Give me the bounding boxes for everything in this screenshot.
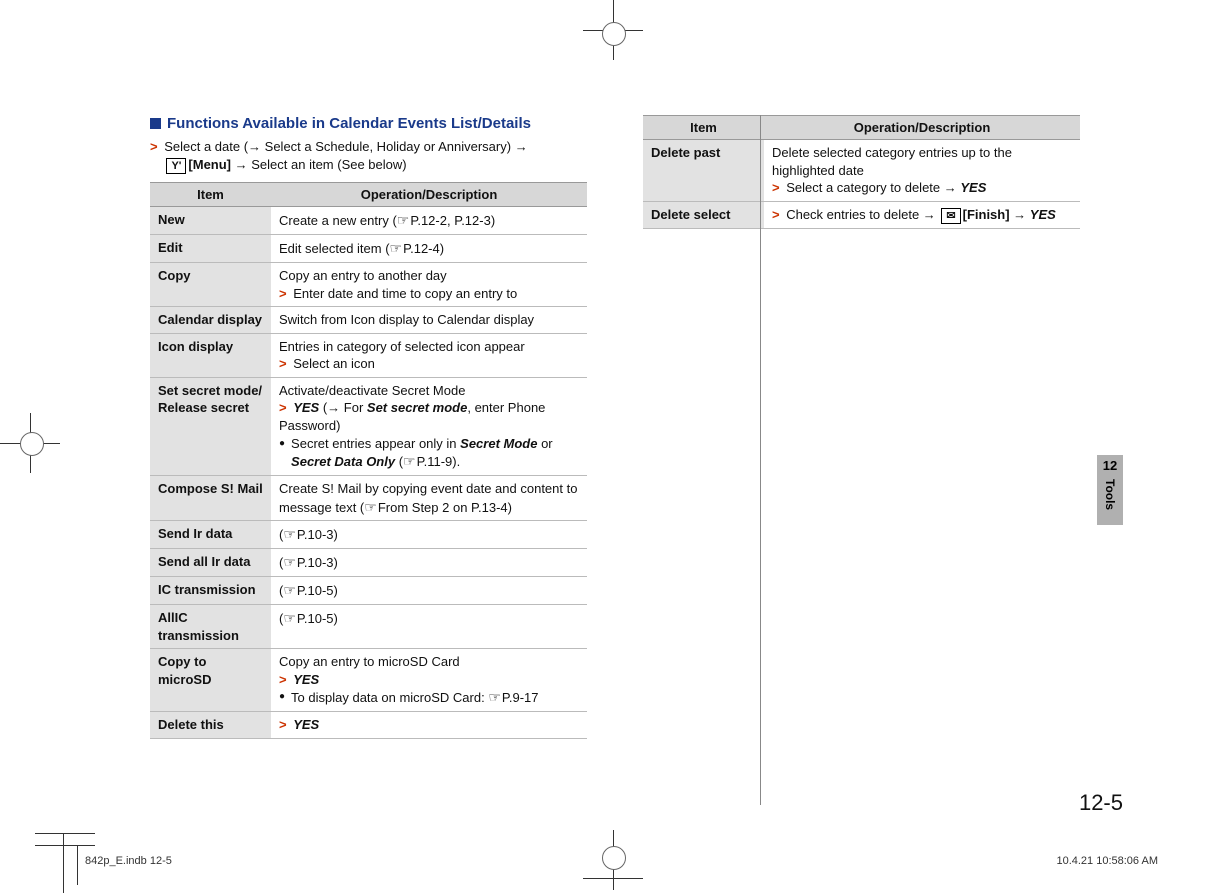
table-row: EditEdit selected item (P.12-4) <box>150 235 587 263</box>
table-row: CopyCopy an entry to another day> Enter … <box>150 263 587 307</box>
row-item: Calendar display <box>150 307 271 334</box>
row-description: Edit selected item (P.12-4) <box>271 235 587 263</box>
col-header-item: Item <box>643 116 764 140</box>
table-row: Set secret mode/ Release secretActivate/… <box>150 377 587 475</box>
page-number: 12-5 <box>1079 790 1123 816</box>
col-header-item: Item <box>150 183 271 207</box>
column-divider <box>760 115 761 805</box>
left-column: Functions Available in Calendar Events L… <box>150 115 587 739</box>
row-item: Copy <box>150 263 271 307</box>
table-row: Copy to microSDCopy an entry to microSD … <box>150 649 587 712</box>
table-row: Send all Ir data(P.10-3) <box>150 549 587 577</box>
intro-text: > Select a date (→ Select a Schedule, Ho… <box>150 138 587 174</box>
row-description: Entries in category of selected icon app… <box>271 333 587 377</box>
functions-table-left: Item Operation/Description NewCreate a n… <box>150 182 587 738</box>
heading-text: Functions Available in Calendar Events L… <box>167 115 531 132</box>
footer-timestamp: 10.4.21 10:58:06 AM <box>1056 855 1158 867</box>
chapter-tab: 12 Tools <box>1097 455 1123 525</box>
intro-part2: Select a Schedule, Holiday or Anniversar… <box>261 139 515 154</box>
table-row: NewCreate a new entry (P.12-2, P.12-3) <box>150 207 587 235</box>
row-item: Send Ir data <box>150 521 271 549</box>
row-item: New <box>150 207 271 235</box>
footer-filename: 842p_E.indb 12-5 <box>85 855 172 867</box>
chapter-label: Tools <box>1103 479 1117 510</box>
arrow-icon: → <box>235 157 248 172</box>
row-item: Edit <box>150 235 271 263</box>
square-bullet-icon <box>150 118 161 129</box>
arrow-icon: → <box>248 139 261 154</box>
table-row: Compose S! MailCreate S! Mail by copying… <box>150 475 587 520</box>
row-item: Icon display <box>150 333 271 377</box>
right-column: Item Operation/Description Delete pastDe… <box>643 115 1080 739</box>
col-header-desc: Operation/Description <box>271 183 587 207</box>
chevron-icon: > <box>150 139 161 154</box>
row-description: > Check entries to delete → ✉[Finish] → … <box>764 201 1080 228</box>
col-header-desc: Operation/Description <box>764 116 1080 140</box>
row-description: Activate/deactivate Secret Mode> YES (→ … <box>271 377 587 475</box>
intro-part1: Select a date ( <box>164 139 248 154</box>
row-item: IC transmission <box>150 577 271 605</box>
table-row: IC transmission(P.10-5) <box>150 577 587 605</box>
table-row: Calendar displaySwitch from Icon display… <box>150 307 587 334</box>
row-description: > YES <box>271 712 587 739</box>
row-description: Copy an entry to another day> Enter date… <box>271 263 587 307</box>
menu-key-label: [Menu] <box>188 157 231 172</box>
row-item: Copy to microSD <box>150 649 271 712</box>
row-item: Compose S! Mail <box>150 475 271 520</box>
row-description: Delete selected category entries up to t… <box>764 140 1080 202</box>
row-description: (P.10-3) <box>271 521 587 549</box>
row-item: Send all Ir data <box>150 549 271 577</box>
row-description: (P.10-5) <box>271 577 587 605</box>
arrow-icon: → <box>515 139 528 154</box>
row-description: (P.10-5) <box>271 605 587 649</box>
row-item: Delete this <box>150 712 271 739</box>
intro-part3: Select an item (See below) <box>248 157 407 172</box>
row-description: Create S! Mail by copying event date and… <box>271 475 587 520</box>
table-row: Delete select> Check entries to delete →… <box>643 201 1080 228</box>
row-description: Copy an entry to microSD Card> YES●To di… <box>271 649 587 712</box>
table-row: Send Ir data(P.10-3) <box>150 521 587 549</box>
row-item: AllIC transmission <box>150 605 271 649</box>
row-description: Create a new entry (P.12-2, P.12-3) <box>271 207 587 235</box>
functions-table-right: Item Operation/Description Delete pastDe… <box>643 115 1080 229</box>
table-row: Delete pastDelete selected category entr… <box>643 140 1080 202</box>
row-description: Switch from Icon display to Calendar dis… <box>271 307 587 334</box>
table-row: Delete this> YES <box>150 712 587 739</box>
row-item: Delete select <box>643 201 764 228</box>
row-item: Delete past <box>643 140 764 202</box>
chapter-number: 12 <box>1097 455 1123 473</box>
section-heading: Functions Available in Calendar Events L… <box>150 115 587 132</box>
y-key-icon: Y' <box>166 158 186 174</box>
table-row: AllIC transmission(P.10-5) <box>150 605 587 649</box>
table-row: Icon displayEntries in category of selec… <box>150 333 587 377</box>
row-item: Set secret mode/ Release secret <box>150 377 271 475</box>
row-description: (P.10-3) <box>271 549 587 577</box>
